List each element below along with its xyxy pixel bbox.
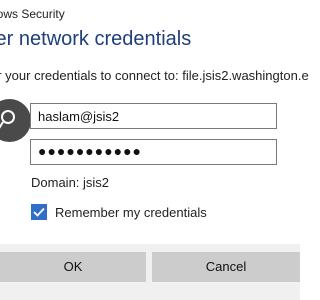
password-field[interactable]: ●●●●●●●●●●● (30, 139, 277, 165)
user-avatar (0, 99, 31, 142)
username-field[interactable]: haslam@jsis2 (30, 103, 277, 129)
dialog-subtitle: er your credentials to connect to: file.… (0, 68, 309, 83)
dialog-title: ter network credentials (0, 28, 192, 50)
remember-label[interactable]: Remember my credentials (55, 205, 207, 220)
user-icon (0, 110, 15, 129)
checkmark-icon (33, 207, 45, 217)
cancel-button[interactable]: Cancel (152, 252, 300, 282)
button-bar: OK Cancel (0, 244, 300, 300)
title-bar: dows Security (0, 0, 300, 28)
remember-checkbox[interactable] (31, 204, 47, 220)
domain-text: Domain: jsis2 (31, 175, 110, 190)
ok-button[interactable]: OK (0, 252, 146, 282)
window-title: dows Security (0, 7, 65, 21)
